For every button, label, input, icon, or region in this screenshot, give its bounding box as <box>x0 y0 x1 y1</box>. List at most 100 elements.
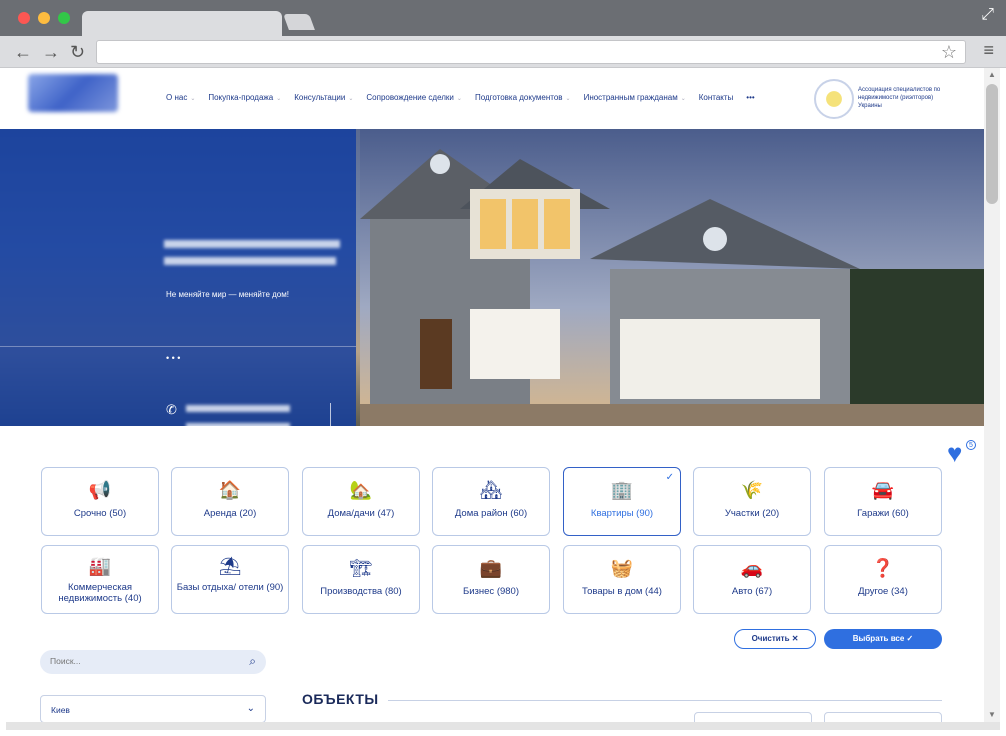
chevron-down-icon: ⌄ <box>680 96 686 102</box>
phone-icon[interactable]: ✆ <box>166 402 177 418</box>
nav-item-7[interactable]: ••• <box>746 93 754 102</box>
hero-subtitle: Не меняйте мир — меняйте дом! <box>166 290 289 299</box>
search-icon[interactable]: ⌕ <box>249 654 256 669</box>
scroll-thumb[interactable] <box>986 84 998 204</box>
nav-item-label: Подготовка документов <box>474 93 563 102</box>
category-card-9[interactable]: 🏗 Производства (80) <box>302 545 420 614</box>
browser-tab-active[interactable] <box>82 11 282 37</box>
close-window-button[interactable] <box>18 12 30 24</box>
nav-item-3[interactable]: Сопровождение сделки ⌄ <box>366 93 462 102</box>
search-box[interactable]: ⌕ <box>40 650 266 674</box>
phone-number-line-2[interactable] <box>186 423 290 426</box>
business-icon: 💼 <box>479 558 503 578</box>
phone-number-line-1[interactable] <box>186 405 290 412</box>
category-card-3[interactable]: 🏘 Дома район (60) <box>432 467 550 536</box>
new-tab-button[interactable] <box>283 14 315 30</box>
category-card-8[interactable]: ⛱ Базы отдыха/ отели (90) <box>171 545 289 614</box>
nav-item-label: Иностранным гражданам <box>583 93 678 102</box>
category-label: Коммерческая недвижимость (40) <box>58 582 142 604</box>
hero-overlay-panel <box>0 129 356 426</box>
browser-tab-bar: ⤢ <box>0 0 1006 37</box>
main-nav: О нас ⌄ Покупка-продажа ⌄ Консультации ⌄ Сопро… <box>166 93 768 102</box>
production-icon: 🏗 <box>349 558 373 578</box>
bookmark-star-icon[interactable]: ☆ <box>941 42 957 63</box>
nav-item-2[interactable]: Консультации ⌄ <box>294 93 353 102</box>
nav-item-label: О нас <box>166 93 188 102</box>
site-logo[interactable] <box>28 74 118 112</box>
hero-title-line-2 <box>164 257 336 265</box>
category-card-2[interactable]: 🏡 Дома/дачи (47) <box>302 467 420 536</box>
scroll-up-arrow-icon[interactable]: ▲ <box>988 70 996 79</box>
category-label: Дома район (60) <box>454 508 528 519</box>
category-card-10[interactable]: 💼 Бизнес (980) <box>432 545 550 614</box>
reload-icon[interactable]: ↻ <box>70 42 85 62</box>
garage-icon: 🚘 <box>871 480 895 500</box>
category-label: Дома/дачи (47) <box>327 508 395 519</box>
category-card-5[interactable]: 🌾 Участки (20) <box>693 467 811 536</box>
objects-divider <box>388 700 942 701</box>
clear-button[interactable]: Очистить ✕ <box>734 629 816 649</box>
category-card-13[interactable]: ❓ Другое (34) <box>824 545 942 614</box>
category-label: Аренда (20) <box>203 508 257 519</box>
favorites-count-badge: 5 <box>966 440 976 450</box>
scroll-down-arrow-icon[interactable]: ▼ <box>988 710 996 719</box>
minimize-window-button[interactable] <box>38 12 50 24</box>
category-label: Гаражи (60) <box>857 508 909 519</box>
rent-sign-icon: 🏠 <box>218 480 242 500</box>
maximize-window-button[interactable] <box>58 12 70 24</box>
nav-item-label: Контакты <box>698 93 734 102</box>
nav-item-5[interactable]: Иностранным гражданам ⌄ <box>584 93 686 102</box>
fullscreen-icon[interactable]: ⤢ <box>981 6 994 24</box>
megaphone-icon: 📢 <box>88 480 112 500</box>
category-label: Товары в дом (44) <box>582 586 662 597</box>
favorites-heart-icon[interactable]: ♥ <box>947 440 962 466</box>
browser-menu-icon[interactable]: ≡ <box>983 40 994 61</box>
nav-item-1[interactable]: Покупка-продажа ⌄ <box>208 93 281 102</box>
car-icon: 🚗 <box>740 558 764 578</box>
nav-item-label: Покупка-продажа <box>208 93 274 102</box>
category-label: Срочно (50) <box>73 508 127 519</box>
nav-item-label: Сопровождение сделки <box>366 93 454 102</box>
hero-divider <box>0 346 356 347</box>
objects-heading: ОБЪЕКТЫ <box>302 691 379 707</box>
beach-umbrella-icon: ⛱ <box>218 556 242 576</box>
category-label: Производства (80) <box>320 586 402 597</box>
category-label: Базы отдыха/ отели (90) <box>176 582 284 593</box>
association-logo[interactable] <box>814 79 854 119</box>
nav-item-6[interactable]: Контакты <box>699 93 734 102</box>
nav-item-label: Консультации <box>294 93 346 102</box>
address-bar[interactable]: ☆ <box>96 40 966 64</box>
city-select-value: Киев <box>51 705 70 715</box>
category-label: Другое (34) <box>858 586 908 597</box>
search-input[interactable] <box>50 656 230 666</box>
washing-machine-icon: 🧺 <box>610 558 634 578</box>
browser-toolbar: ← → ↻ ☆ ≡ <box>0 36 1006 68</box>
hero-banner: Не меняйте мир — меняйте дом! • • • ✆ ⟵ … <box>0 129 984 426</box>
back-arrow-icon[interactable]: ← <box>14 42 32 62</box>
hero-title-line-1 <box>164 240 340 248</box>
category-card-1[interactable]: 🏠 Аренда (20) <box>171 467 289 536</box>
district-house-icon: 🏘 <box>479 480 503 500</box>
page-scrollbar[interactable]: ▲ ▼ <box>984 68 1000 722</box>
category-card-0[interactable]: 📢 Срочно (50) <box>41 467 159 536</box>
category-card-11[interactable]: 🧺 Товары в дом (44) <box>563 545 681 614</box>
select-all-button[interactable]: Выбрать все ✓ <box>824 629 942 649</box>
forward-arrow-icon[interactable]: → <box>42 42 60 62</box>
nav-item-0[interactable]: О нас ⌄ <box>166 93 195 102</box>
nav-item-label: ••• <box>746 93 755 102</box>
browser-window: ⤢ ← → ↻ ☆ ≡ О нас ⌄ Покупка-продажа ⌄ Консул… <box>0 0 1006 736</box>
chevron-down-icon: ⌄ <box>246 703 255 714</box>
check-icon: ✓ <box>665 472 674 483</box>
category-card-4[interactable]: 🏢 Квартиры (90) ✓ <box>563 467 681 536</box>
category-card-12[interactable]: 🚗 Авто (67) <box>693 545 811 614</box>
city-select[interactable]: Киев ⌄ <box>40 695 266 723</box>
horizontal-scrollbar[interactable] <box>6 722 1000 730</box>
land-plot-icon: 🌾 <box>740 480 764 500</box>
category-card-6[interactable]: 🚘 Гаражи (60) <box>824 467 942 536</box>
chevron-down-icon: ⌄ <box>276 96 282 102</box>
nav-item-4[interactable]: Подготовка документов ⌄ <box>475 93 571 102</box>
category-card-7[interactable]: 🏭 Коммерческая недвижимость (40) <box>41 545 159 614</box>
slider-dots[interactable]: • • • <box>166 353 180 363</box>
category-label: Участки (20) <box>724 508 780 519</box>
chevron-down-icon: ⌄ <box>456 96 462 102</box>
